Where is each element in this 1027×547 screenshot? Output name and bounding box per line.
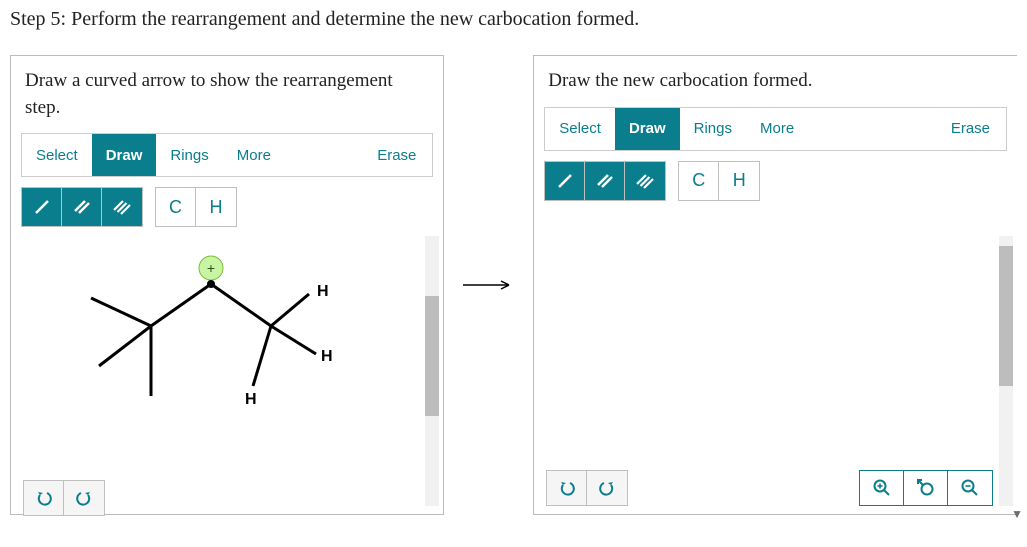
zoom-reset-icon (916, 478, 936, 498)
single-bond-icon (32, 197, 52, 217)
double-bond-icon (595, 171, 615, 191)
plus-label: + (207, 260, 215, 276)
reaction-arrow (444, 55, 533, 515)
double-bond-button[interactable] (585, 162, 625, 200)
left-subtoolbar: C H (21, 187, 433, 227)
redo-icon (75, 489, 93, 507)
double-bond-button[interactable] (62, 188, 102, 226)
single-bond-button[interactable] (22, 188, 62, 226)
h-label-1: H (317, 283, 329, 300)
arrow-icon (459, 275, 519, 295)
hydrogen-button[interactable]: H (719, 162, 759, 200)
element-button-group: C H (155, 187, 237, 227)
triple-bond-button[interactable] (102, 188, 142, 226)
carbon-button[interactable]: C (679, 162, 719, 200)
cation-carbon-dot (207, 280, 215, 288)
left-undo-controls (23, 480, 105, 516)
select-tab[interactable]: Select (22, 134, 92, 176)
left-toolbar: Select Draw Rings More Erase (21, 133, 433, 177)
step-title: Step 5: Perform the rearrangement and de… (10, 8, 1017, 31)
triple-bond-icon (635, 171, 655, 191)
left-scrollbar[interactable] (425, 236, 439, 506)
right-canvas[interactable] (544, 226, 993, 504)
undo-icon (558, 479, 576, 497)
more-tab[interactable]: More (746, 108, 808, 150)
more-tab[interactable]: More (223, 134, 285, 176)
h-label-3: H (245, 391, 257, 408)
bond-button-group (544, 161, 666, 201)
triple-bond-icon (112, 197, 132, 217)
left-panel: Draw a curved arrow to show the rearrang… (10, 55, 444, 515)
right-prompt: Draw the new carbocation formed. (534, 56, 1017, 103)
element-button-group: C H (678, 161, 760, 201)
undo-icon (35, 489, 53, 507)
triple-bond-button[interactable] (625, 162, 665, 200)
erase-button[interactable]: Erase (935, 108, 1006, 150)
undo-button[interactable] (547, 471, 587, 505)
panels-row: Draw a curved arrow to show the rearrang… (10, 55, 1017, 515)
right-toolbar: Select Draw Rings More Erase (544, 107, 1007, 151)
left-canvas[interactable]: + H H H (21, 246, 419, 504)
draw-tab[interactable]: Draw (615, 108, 680, 150)
right-subtoolbar: C H (544, 161, 1007, 201)
zoom-out-icon (960, 478, 980, 498)
zoom-in-icon (872, 478, 892, 498)
draw-tab[interactable]: Draw (92, 134, 157, 176)
single-bond-button[interactable] (545, 162, 585, 200)
scroll-down-indicator: ▼ (1011, 507, 1023, 522)
rings-tab[interactable]: Rings (680, 108, 746, 150)
erase-button[interactable]: Erase (361, 134, 432, 176)
undo-button[interactable] (24, 481, 64, 515)
right-undo-controls (546, 470, 628, 506)
zoom-controls (859, 470, 993, 506)
right-scrollbar[interactable] (999, 236, 1013, 506)
single-bond-icon (555, 171, 575, 191)
carbon-button[interactable]: C (156, 188, 196, 226)
bond-button-group (21, 187, 143, 227)
select-tab[interactable]: Select (545, 108, 615, 150)
molecule-svg: + H H H (21, 246, 401, 486)
zoom-in-button[interactable] (860, 471, 904, 505)
zoom-reset-button[interactable] (904, 471, 948, 505)
redo-icon (598, 479, 616, 497)
h-label-2: H (321, 348, 333, 365)
left-prompt: Draw a curved arrow to show the rearrang… (11, 56, 443, 129)
right-panel: Draw the new carbocation formed. Select … (533, 55, 1017, 515)
rings-tab[interactable]: Rings (156, 134, 222, 176)
molecule-bonds (91, 284, 316, 396)
zoom-out-button[interactable] (948, 471, 992, 505)
double-bond-icon (72, 197, 92, 217)
redo-button[interactable] (64, 481, 104, 515)
hydrogen-button[interactable]: H (196, 188, 236, 226)
redo-button[interactable] (587, 471, 627, 505)
